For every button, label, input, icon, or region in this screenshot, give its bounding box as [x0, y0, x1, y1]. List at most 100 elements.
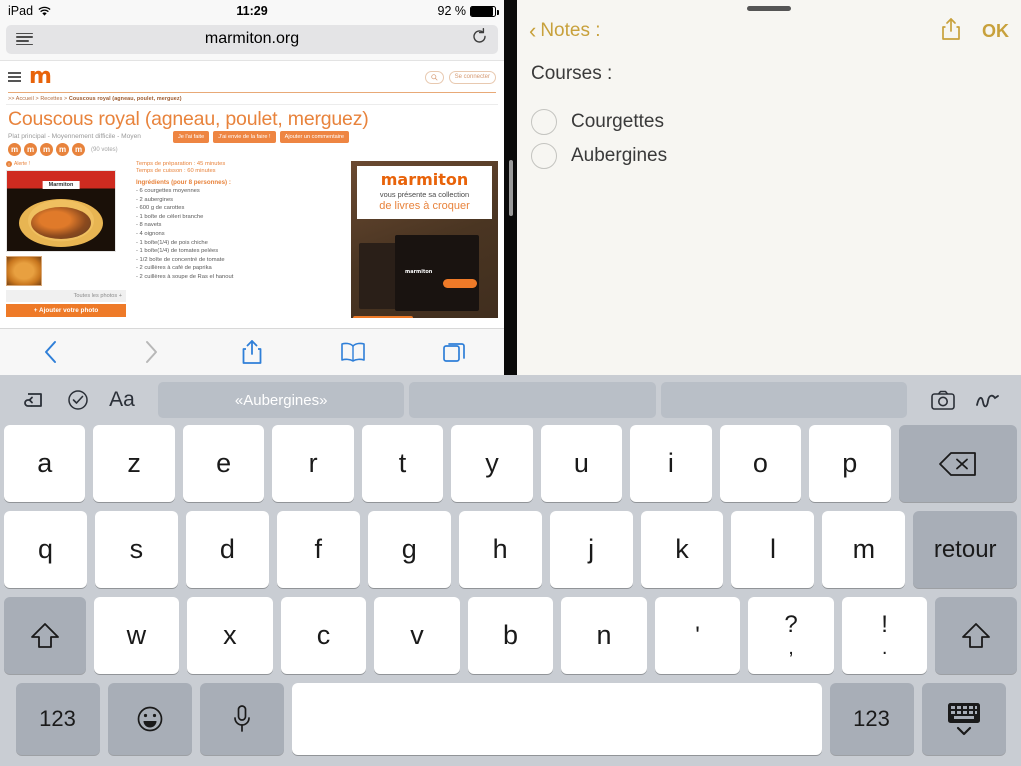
tabs-button[interactable] — [403, 340, 504, 364]
back-button[interactable] — [0, 340, 101, 364]
key-n[interactable]: n — [561, 597, 647, 674]
numbers-key-right[interactable]: 123 — [829, 683, 914, 755]
return-key[interactable]: retour — [913, 511, 1018, 588]
key-l[interactable]: l — [731, 511, 815, 588]
bookmarks-button[interactable] — [302, 341, 403, 363]
key-apostrophe[interactable]: ' — [654, 597, 741, 674]
ad-spoon-graphic — [443, 279, 477, 288]
alert-icon: ! — [6, 161, 12, 167]
microphone-icon[interactable] — [199, 683, 284, 755]
ingredient-item: - 4 oignons — [136, 230, 165, 237]
ingredients-column: Temps de préparation : 45 minutes Temps … — [132, 161, 345, 318]
suggestion-2[interactable] — [409, 382, 656, 418]
advertisement[interactable]: marmiton marmiton marmiton marmiton — [351, 161, 498, 318]
list-item-label: Aubergines — [571, 145, 668, 166]
checkbox-circle-icon[interactable] — [531, 143, 557, 169]
search-icon[interactable] — [424, 70, 444, 84]
list-item[interactable]: Aubergines — [531, 143, 1007, 169]
page-title: Couscous royal (agneau, poulet, merguez) — [8, 108, 369, 130]
split-divider[interactable] — [504, 0, 517, 375]
key-z[interactable]: z — [93, 425, 175, 502]
numbers-key-left[interactable]: 123 — [15, 683, 100, 755]
notes-pane: ‹ Notes : OK Courses : Courgettes Auberg… — [517, 0, 1021, 375]
key-a[interactable]: a — [4, 425, 86, 502]
key-h[interactable]: h — [458, 511, 542, 588]
key-u[interactable]: u — [540, 425, 623, 502]
recipe-photo[interactable]: Marmiton — [6, 170, 116, 252]
breadcrumb[interactable]: >> Accueil > Recettes > Couscous royal (… — [0, 93, 504, 104]
undo-icon[interactable] — [12, 388, 56, 412]
key-v[interactable]: v — [374, 597, 460, 674]
key-o[interactable]: o — [719, 425, 802, 502]
key-g[interactable]: g — [367, 511, 451, 588]
key-s[interactable]: s — [94, 511, 178, 588]
key-q[interactable]: q — [3, 511, 87, 588]
shift-icon[interactable] — [3, 597, 86, 674]
ingredient-item: - 1 boîte(1/4) de pois chiche — [136, 239, 208, 246]
site-hamburger-icon[interactable] — [8, 72, 21, 82]
key-question-label: ? — [784, 611, 798, 639]
suggestion-3[interactable] — [660, 382, 907, 418]
notes-ok-button[interactable]: OK — [982, 21, 1009, 42]
key-t[interactable]: t — [361, 425, 444, 502]
camera-icon[interactable] — [921, 389, 965, 411]
markup-pen-icon[interactable] — [965, 389, 1009, 411]
rating-icon[interactable]: m — [24, 143, 37, 156]
suggestion-1[interactable]: «Aubergines» — [158, 382, 405, 418]
key-w[interactable]: w — [93, 597, 180, 674]
key-e[interactable]: e — [182, 425, 265, 502]
all-photos-link[interactable]: Toutes les photos + — [6, 290, 126, 302]
login-button[interactable]: Se connecter — [448, 70, 496, 84]
rating-icon[interactable]: m — [8, 143, 21, 156]
made-it-button[interactable]: Je l'ai faite — [172, 131, 210, 143]
rating-icon[interactable]: m — [40, 143, 53, 156]
notes-share-button[interactable] — [940, 16, 962, 47]
recipe-actions: Je l'ai faite J'ai envie de la faire ! A… — [172, 131, 349, 143]
key-f[interactable]: f — [276, 511, 360, 588]
key-question-comma[interactable]: ? , — [748, 597, 834, 674]
add-comment-button[interactable]: Ajouter un commentaire — [279, 131, 349, 143]
key-y[interactable]: y — [451, 425, 533, 502]
key-i[interactable]: i — [630, 425, 712, 502]
key-m[interactable]: m — [822, 511, 906, 588]
key-k[interactable]: k — [640, 511, 724, 588]
keyboard-rows: a z e r t y u i o p q s d f g h j k l m … — [0, 425, 1021, 755]
key-d[interactable]: d — [185, 511, 269, 588]
split-divider-handle[interactable] — [508, 159, 513, 216]
notes-back-label: Notes : — [540, 20, 601, 41]
battery-icon — [470, 5, 499, 17]
key-exclamation-period[interactable]: ! . — [841, 597, 928, 674]
rating-icon[interactable]: m — [72, 143, 85, 156]
checklist-icon[interactable] — [56, 388, 100, 412]
key-p[interactable]: p — [809, 425, 891, 502]
shift-icon[interactable] — [935, 597, 1018, 674]
notes-back-button[interactable]: ‹ Notes : — [529, 20, 601, 42]
backspace-icon[interactable] — [898, 425, 1017, 502]
notes-content[interactable]: Courses : Courgettes Aubergines — [517, 45, 1021, 169]
share-button[interactable] — [202, 339, 303, 365]
ingredient-item: - 8 navets — [136, 222, 162, 229]
keyboard-toolbar: Aa «Aubergines» — [0, 375, 1021, 425]
format-aa-icon[interactable]: Aa — [100, 388, 144, 412]
key-b[interactable]: b — [467, 597, 554, 674]
add-photo-button[interactable]: + Ajouter votre photo — [6, 304, 126, 317]
breadcrumb-current: Couscous royal (agneau, poulet, merguez) — [68, 96, 182, 102]
alert-link[interactable]: ! Alerte ! — [6, 161, 126, 167]
checkbox-circle-icon[interactable] — [531, 109, 557, 135]
photo-thumbnail[interactable] — [6, 256, 42, 286]
rating-icon[interactable]: m — [56, 143, 69, 156]
ingredient-item: - 2 cuillères à soupe de Ras el hanout — [136, 273, 234, 280]
space-key[interactable] — [291, 683, 822, 755]
emoji-icon[interactable] — [107, 683, 192, 755]
key-x[interactable]: x — [187, 597, 273, 674]
hide-keyboard-icon[interactable] — [921, 683, 1006, 755]
key-j[interactable]: j — [549, 511, 633, 588]
key-c[interactable]: c — [280, 597, 367, 674]
want-to-make-button[interactable]: J'ai envie de la faire ! — [213, 131, 276, 143]
ad-line-2: de livres à croquer — [379, 200, 470, 212]
reload-icon[interactable] — [471, 28, 488, 50]
key-r[interactable]: r — [272, 425, 354, 502]
list-item[interactable]: Courgettes — [531, 109, 1007, 135]
site-logo[interactable]: m — [29, 66, 52, 88]
address-field[interactable]: marmiton.org — [6, 24, 498, 54]
